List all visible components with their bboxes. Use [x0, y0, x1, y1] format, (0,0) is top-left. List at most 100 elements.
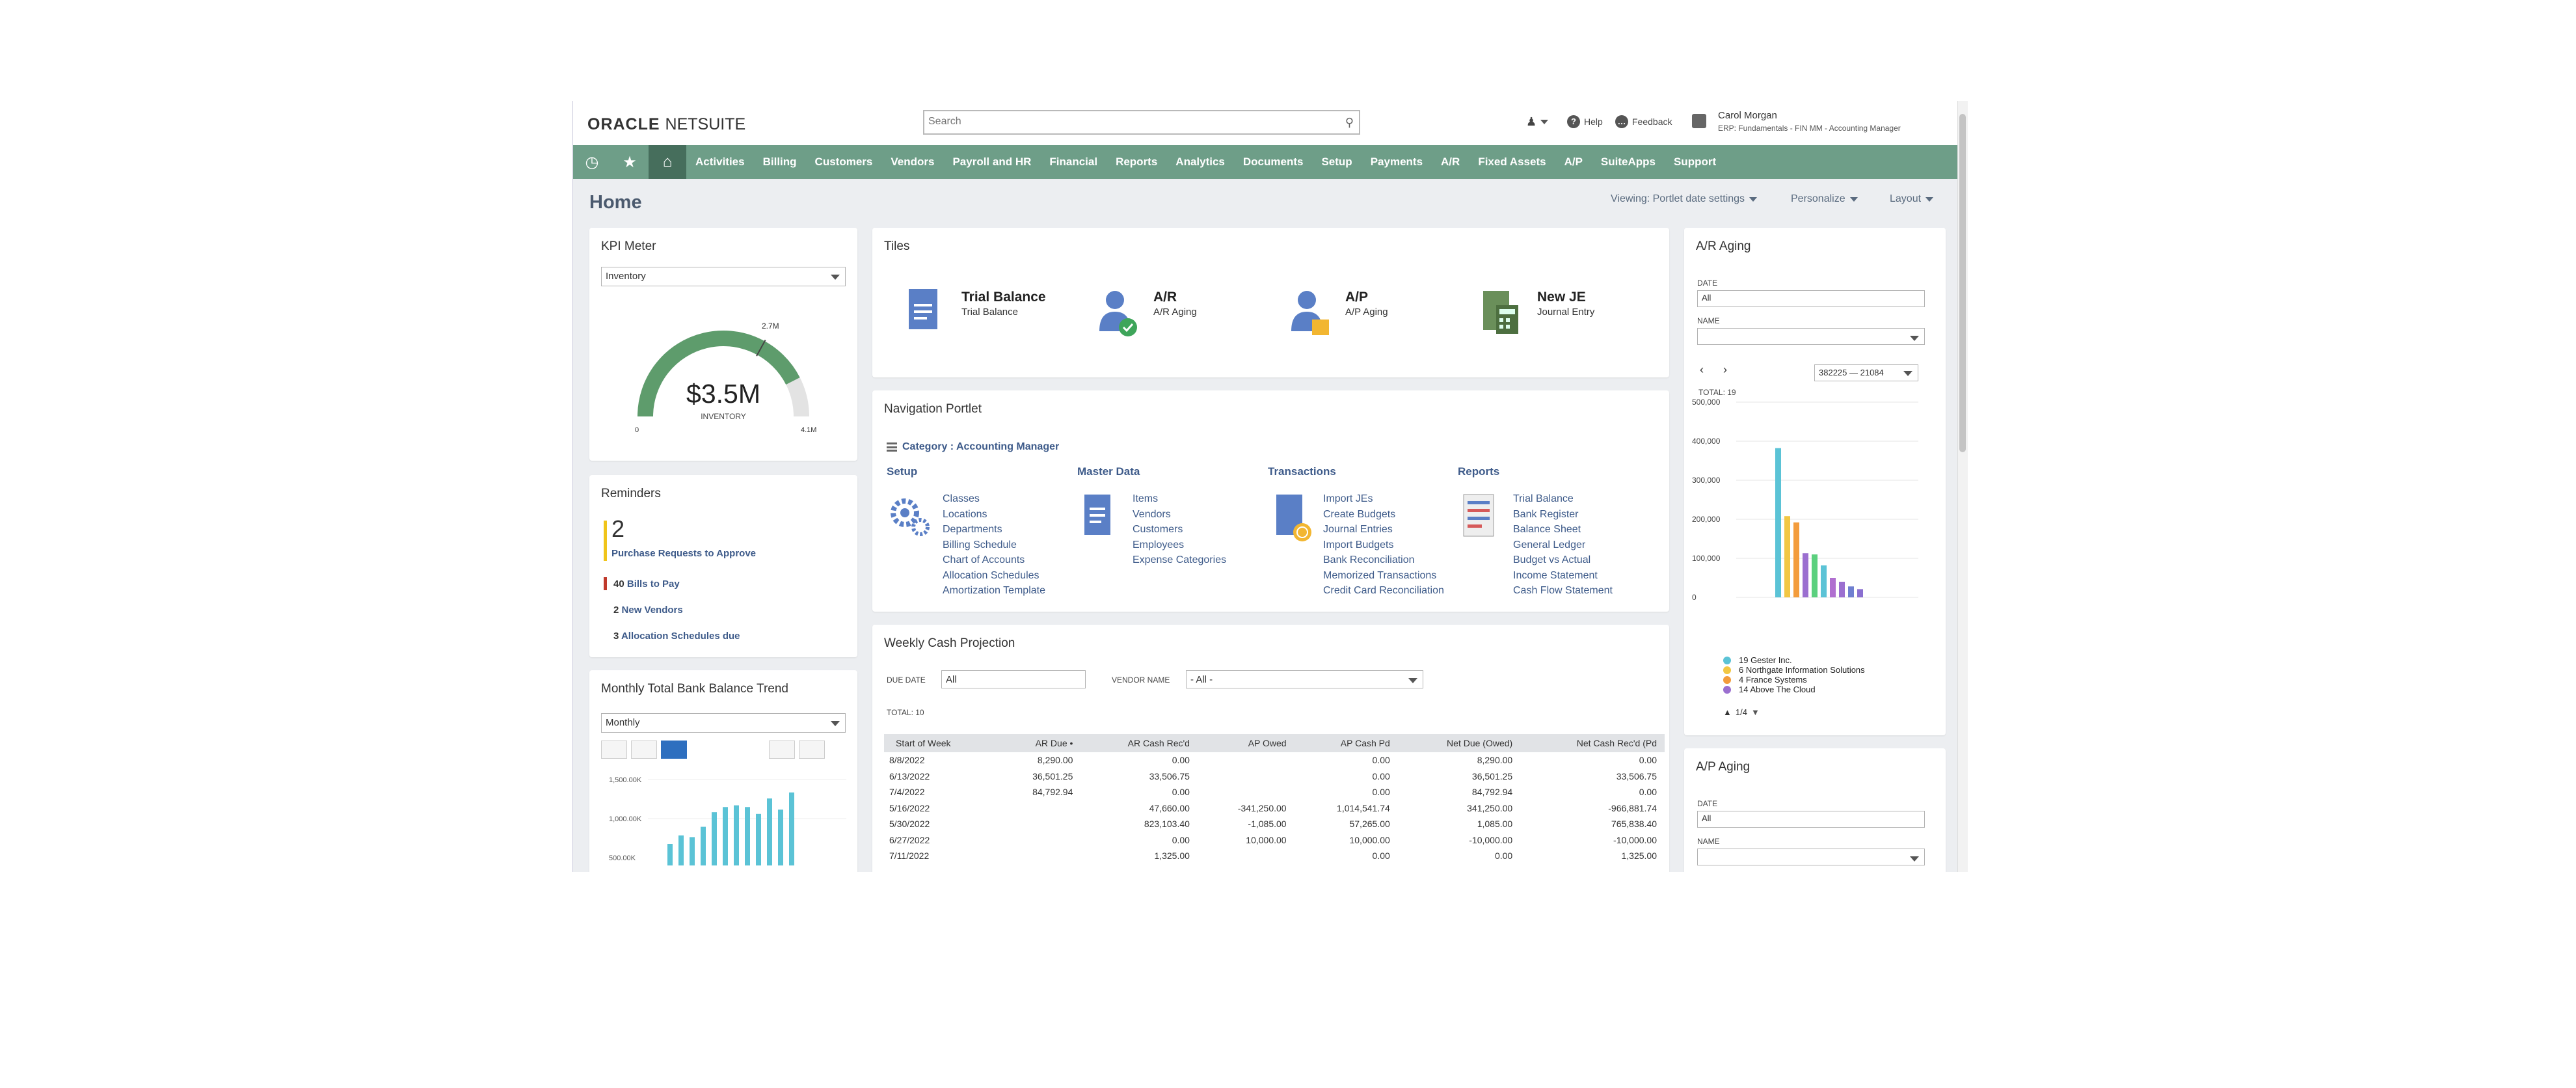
nav-link[interactable]: Balance Sheet: [1513, 522, 1613, 537]
name-select[interactable]: [1697, 328, 1925, 345]
nav-item[interactable]: Activities: [686, 156, 754, 169]
nav-link[interactable]: Trial Balance: [1513, 491, 1613, 507]
chart-bar[interactable]: [756, 813, 761, 865]
legend-item[interactable]: 6 Northgate Information Solutions: [1723, 665, 1865, 675]
role-switcher-icon[interactable]: [1692, 114, 1706, 128]
nav-link[interactable]: Customers: [1133, 522, 1226, 537]
tile-ar[interactable]: A/R A/R Aging: [1077, 275, 1266, 360]
chart-bar[interactable]: [1839, 582, 1845, 597]
nav-item[interactable]: Customers: [806, 156, 882, 169]
table-row[interactable]: 6/13/2022 36,501.25 33,506.75 0.00 36,501.25…: [884, 768, 1665, 785]
chart-bar[interactable]: [1775, 448, 1781, 597]
table-row[interactable]: 5/30/2022 823,103.40 -1,085.00 57,265.00 1,0…: [884, 816, 1665, 832]
nav-link[interactable]: Amortization Template: [943, 583, 1045, 599]
column-header[interactable]: AP Cash Pd: [1294, 734, 1398, 752]
nav-item[interactable]: Payments: [1362, 156, 1432, 169]
nav-item[interactable]: A/P: [1555, 156, 1592, 169]
column-header[interactable]: AR Due •: [996, 734, 1081, 752]
table-row[interactable]: 8/8/2022 8,290.00 0.00 0.00 8,290.00 0.00: [884, 752, 1665, 768]
column-header[interactable]: AP Owed: [1197, 734, 1295, 752]
legend-up-icon[interactable]: ▲: [1723, 707, 1732, 717]
nav-link[interactable]: Billing Schedule: [943, 537, 1045, 553]
tile-ap[interactable]: A/P A/P Aging: [1269, 275, 1458, 360]
column-header[interactable]: Start of Week: [884, 734, 997, 752]
nav-link[interactable]: Import JEs: [1323, 491, 1444, 507]
reminder-main-label[interactable]: Purchase Requests to Approve: [611, 548, 756, 559]
chart-bar[interactable]: [1793, 522, 1799, 597]
next-page-icon[interactable]: ›: [1723, 363, 1727, 377]
vertical-scrollbar[interactable]: [1957, 101, 1968, 872]
chart-bar[interactable]: [701, 826, 706, 865]
legend-item[interactable]: 14 Above The Cloud: [1723, 685, 1816, 694]
nav-item[interactable]: Vendors: [881, 156, 943, 169]
horizontal-bar-chart-icon[interactable]: [631, 741, 657, 759]
column-chart-icon[interactable]: [661, 741, 687, 759]
nav-item[interactable]: SuiteApps: [1592, 156, 1665, 169]
nav-item[interactable]: Support: [1665, 156, 1725, 169]
nav-link[interactable]: Income Statement: [1513, 568, 1613, 584]
tile-trial-balance[interactable]: Trial Balance Trial Balance: [885, 275, 1074, 360]
nav-item[interactable]: Reports: [1107, 156, 1166, 169]
chart-bar[interactable]: [789, 792, 794, 865]
layout-menu[interactable]: Layout: [1890, 193, 1934, 205]
chart-bar[interactable]: [767, 798, 772, 865]
reminder-item[interactable]: 3 Allocation Schedules due: [604, 629, 740, 642]
nav-link[interactable]: Locations: [943, 507, 1045, 523]
chart-bar[interactable]: [745, 807, 750, 865]
nav-link[interactable]: Bank Register: [1513, 507, 1613, 523]
chart-bar[interactable]: [712, 812, 717, 865]
chart-bar[interactable]: [1812, 554, 1818, 597]
nav-link[interactable]: Employees: [1133, 537, 1226, 553]
legend-item[interactable]: 4 France Systems: [1723, 675, 1807, 685]
reminder-item[interactable]: 2 New Vendors: [604, 603, 683, 616]
search-icon[interactable]: ⚲: [1345, 116, 1354, 129]
prev-page-icon[interactable]: ‹: [1700, 363, 1704, 377]
chart-bar[interactable]: [1830, 578, 1836, 597]
chart-bar[interactable]: [1784, 516, 1790, 597]
chart-bar[interactable]: [734, 805, 739, 865]
global-search[interactable]: ⚲: [923, 110, 1360, 135]
nav-link[interactable]: General Ledger: [1513, 537, 1613, 553]
nav-item[interactable]: Billing: [754, 156, 806, 169]
nav-link[interactable]: Import Budgets: [1323, 537, 1444, 553]
nav-item[interactable]: Payroll and HR: [943, 156, 1040, 169]
feedback-link[interactable]: … Feedback: [1615, 115, 1672, 128]
nav-link[interactable]: Classes: [943, 491, 1045, 507]
nav-item[interactable]: Analytics: [1166, 156, 1234, 169]
legend-item[interactable]: 19 Gester Inc.: [1723, 655, 1792, 665]
legend-down-icon[interactable]: ▼: [1751, 707, 1760, 717]
home-icon[interactable]: ⌂: [649, 145, 686, 179]
nav-item[interactable]: Financial: [1040, 156, 1107, 169]
nav-link[interactable]: Credit Card Reconciliation: [1323, 583, 1444, 599]
due-date-select[interactable]: All: [941, 670, 1086, 688]
search-input[interactable]: [924, 111, 1315, 132]
user-role[interactable]: ERP: Fundamentals - FIN MM - Accounting …: [1718, 124, 1901, 133]
nav-link[interactable]: Bank Reconciliation: [1323, 552, 1444, 568]
user-name[interactable]: Carol Morgan: [1718, 110, 1777, 121]
nav-link[interactable]: Journal Entries: [1323, 522, 1444, 537]
spline-chart-icon[interactable]: [799, 741, 825, 759]
legend-pager[interactable]: ▲ 1/4 ▼: [1723, 707, 1760, 717]
chart-bar[interactable]: [1803, 553, 1808, 597]
nav-link[interactable]: Budget vs Actual: [1513, 552, 1613, 568]
nav-item[interactable]: Documents: [1234, 156, 1313, 169]
chart-bar[interactable]: [667, 844, 673, 865]
chart-bar[interactable]: [690, 837, 695, 865]
nav-link[interactable]: Vendors: [1133, 507, 1226, 523]
reminder-item[interactable]: 40 Bills to Pay: [604, 577, 680, 590]
nav-link[interactable]: Expense Categories: [1133, 552, 1226, 568]
chart-bar[interactable]: [678, 835, 684, 865]
personalize-menu[interactable]: Personalize: [1791, 193, 1858, 205]
oracle-netsuite-logo[interactable]: ORACLE NETSUITE: [587, 115, 745, 134]
nav-item[interactable]: A/R: [1432, 156, 1469, 169]
nav-link[interactable]: Allocation Schedules: [943, 568, 1045, 584]
range-select[interactable]: 382225 — 21084: [1814, 364, 1918, 381]
chart-bar[interactable]: [1848, 586, 1854, 597]
shortcuts-star-icon[interactable]: ★: [611, 145, 649, 179]
chart-bar[interactable]: [723, 807, 728, 865]
table-row[interactable]: 6/27/2022 0.00 10,000.00 10,000.00 -10,000.0…: [884, 832, 1665, 849]
table-row[interactable]: 5/16/2022 47,660.00 -341,250.00 1,014,541.7…: [884, 800, 1665, 817]
nav-link[interactable]: Departments: [943, 522, 1045, 537]
trend-period-select[interactable]: Monthly: [601, 713, 846, 733]
nav-link[interactable]: Memorized Transactions: [1323, 568, 1444, 584]
